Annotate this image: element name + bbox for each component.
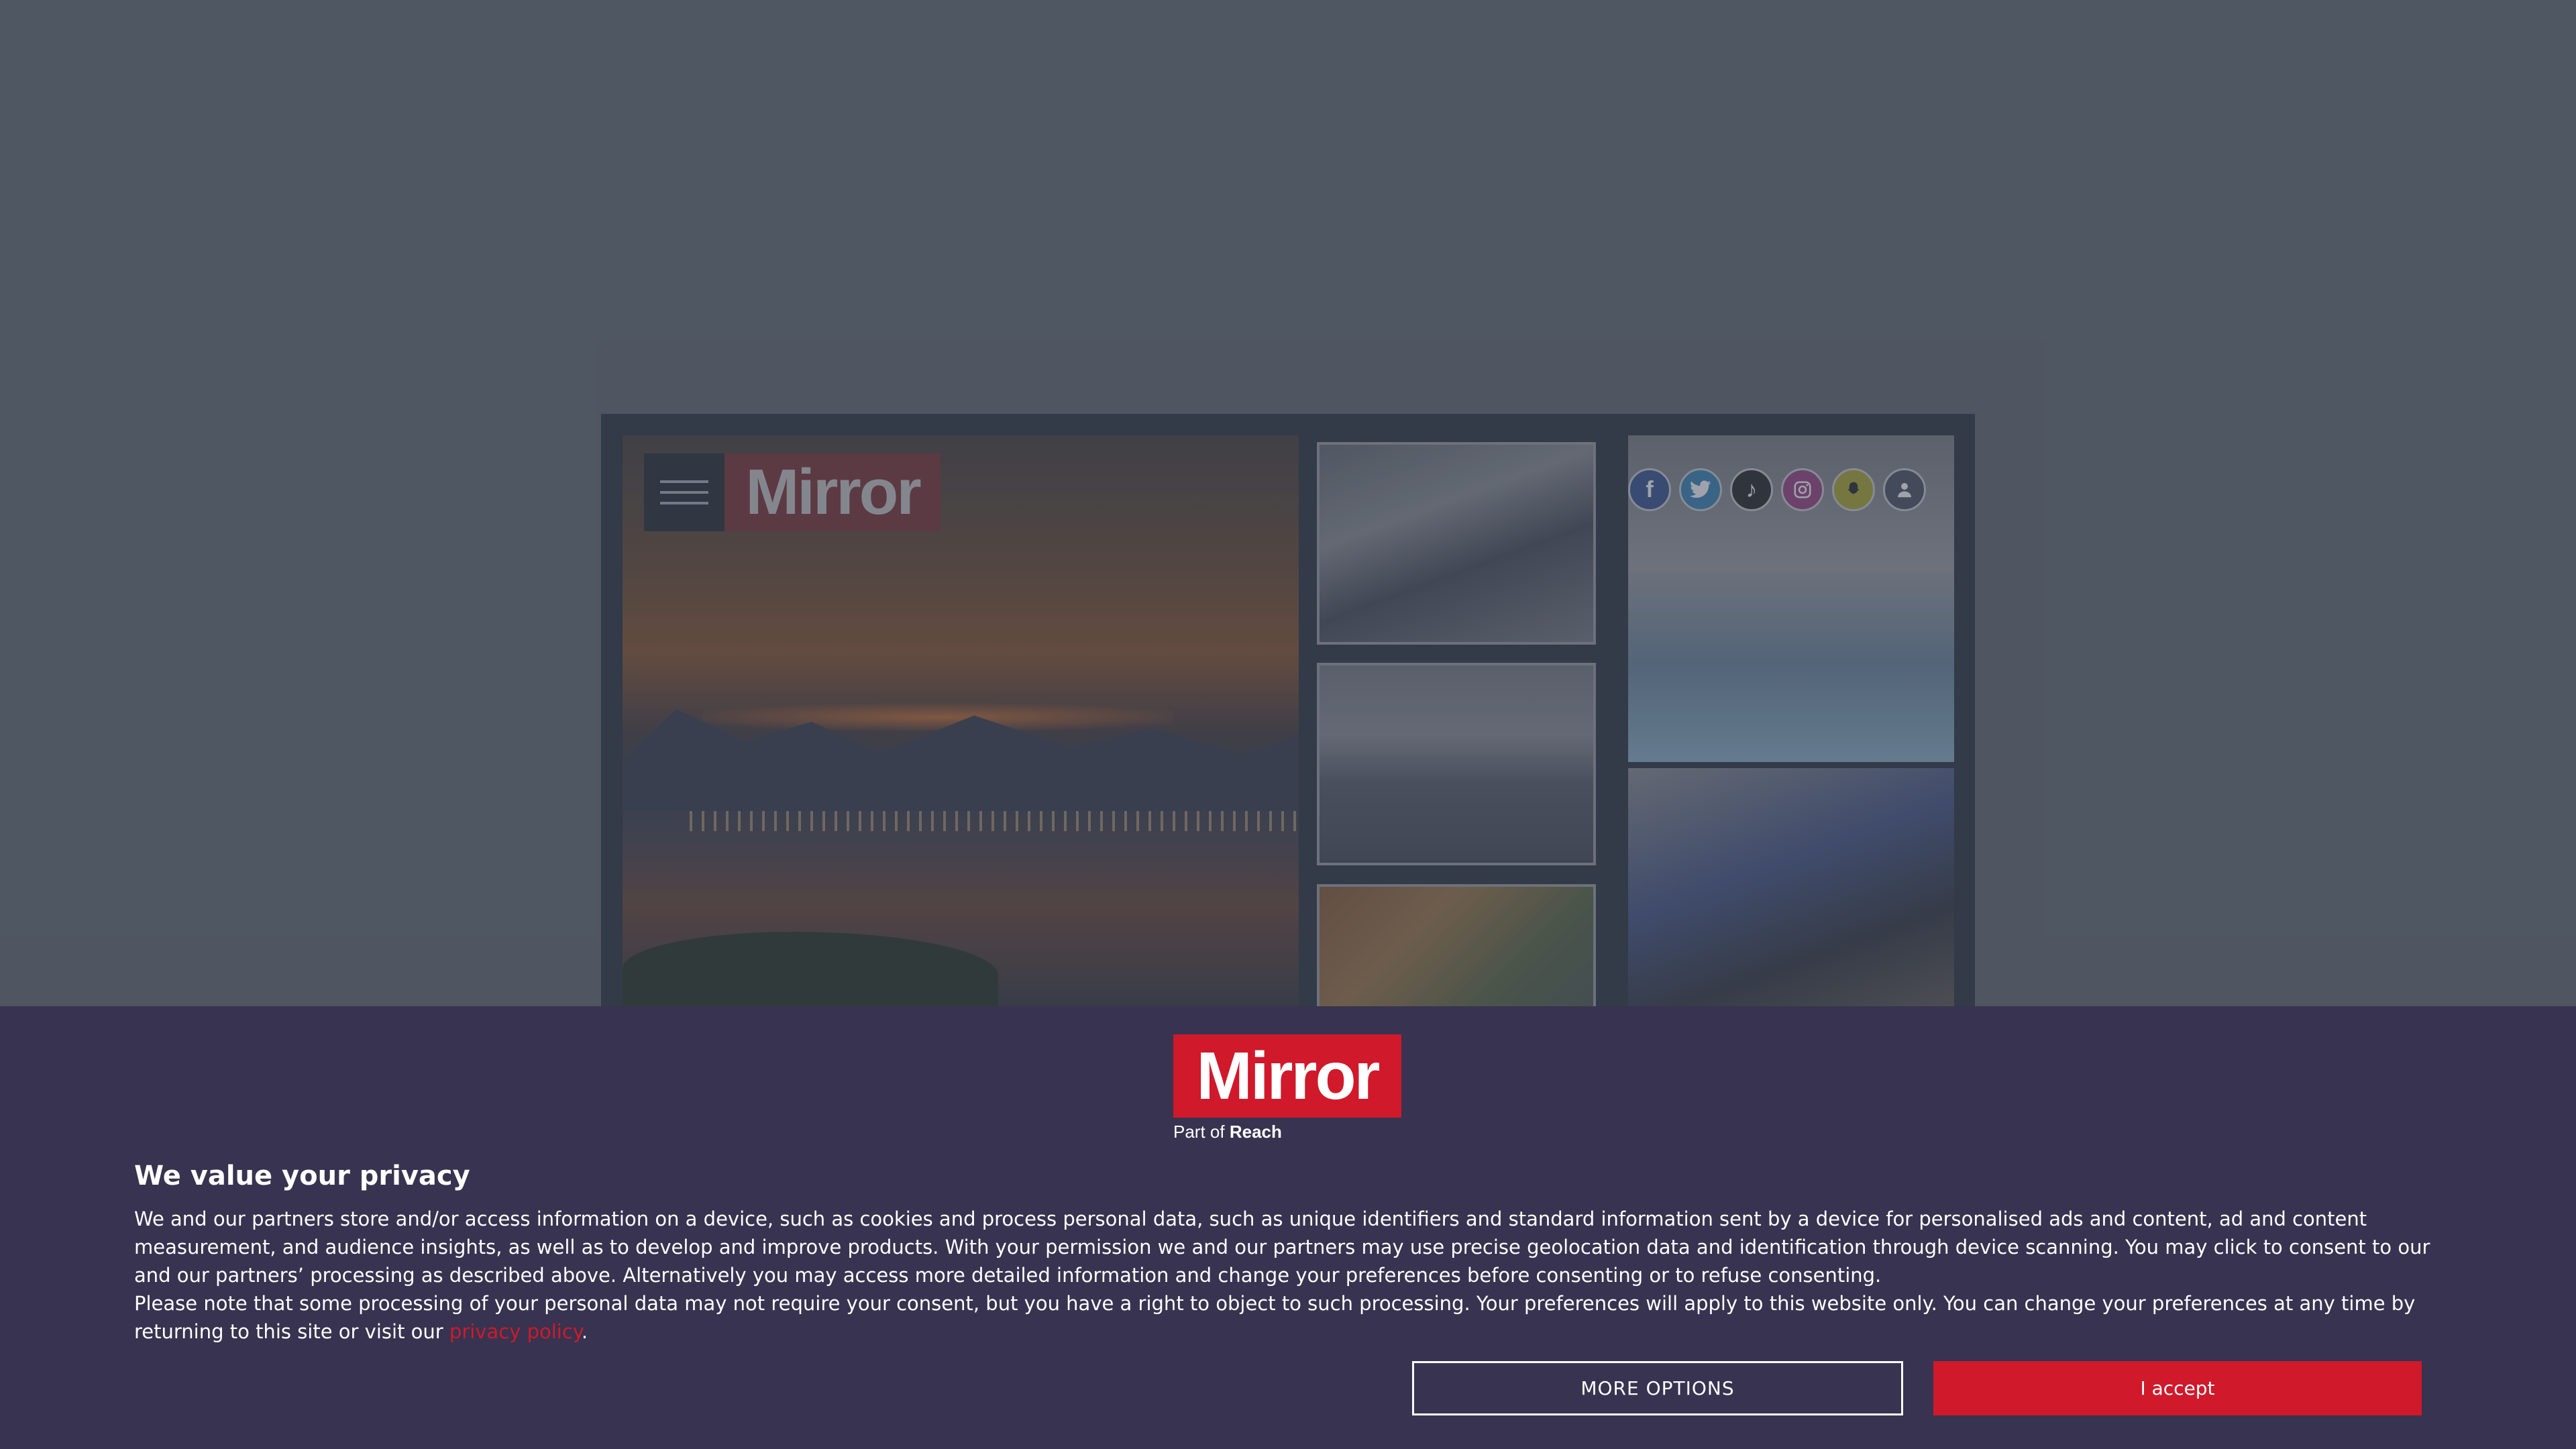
privacy-policy-link[interactable]: privacy policy: [449, 1320, 582, 1343]
part-of-prefix: Part of: [1173, 1122, 1225, 1142]
consent-paragraph-1: We and our partners store and/or access …: [134, 1208, 2430, 1287]
cookie-consent-banner: Mirror Part of Reach We value your priva…: [0, 1006, 2576, 1449]
consent-paragraph-2-end: .: [581, 1320, 588, 1343]
modal-dim-overlay: [0, 0, 2576, 1006]
consent-body: We and our partners store and/or access …: [134, 1205, 2442, 1346]
consent-parent-company: Part of Reach: [1173, 1122, 1282, 1142]
consent-title: We value your privacy: [134, 1161, 470, 1191]
parent-brand-name: Reach: [1229, 1122, 1282, 1142]
more-options-button[interactable]: MORE OPTIONS: [1412, 1361, 1903, 1415]
accept-button[interactable]: I accept: [1933, 1361, 2422, 1415]
consent-brand-logo: Mirror: [1173, 1034, 1401, 1118]
consent-paragraph-2: Please note that some processing of your…: [134, 1289, 2442, 1346]
